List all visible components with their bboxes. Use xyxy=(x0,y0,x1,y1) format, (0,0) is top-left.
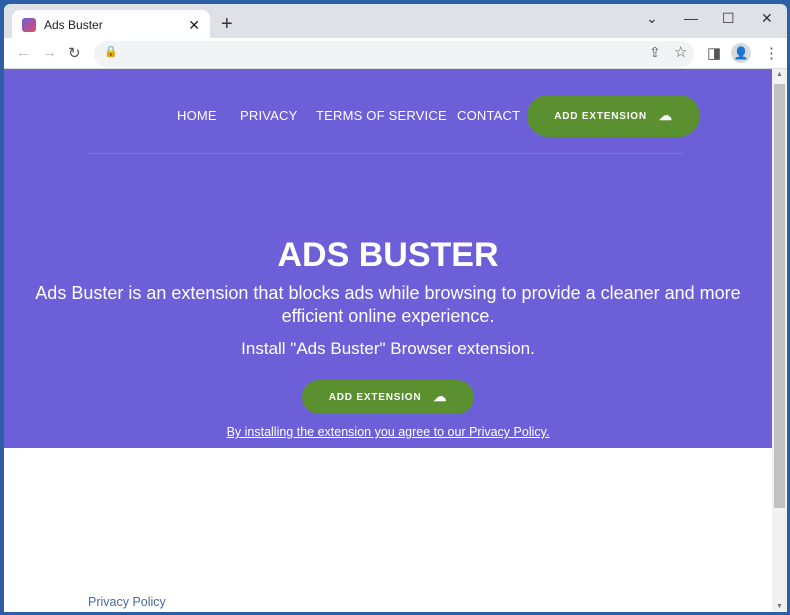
scroll-up-icon[interactable]: ▲ xyxy=(776,71,783,78)
install-text: Install "Ads Buster" Browser extension. xyxy=(241,339,535,358)
nav-privacy[interactable]: PRIVACY xyxy=(240,108,298,123)
side-panel-icon[interactable]: ◨ xyxy=(707,44,721,62)
forward-icon[interactable]: → xyxy=(42,44,57,61)
profile-icon[interactable]: 👤 xyxy=(731,43,751,63)
nav-terms[interactable]: TERMS OF SERVICE xyxy=(316,108,447,123)
maximize-icon[interactable]: ☐ xyxy=(722,10,735,27)
bookmark-star-icon[interactable]: ☆ xyxy=(674,43,687,61)
nav-divider xyxy=(88,153,684,154)
reload-icon[interactable]: ↻ xyxy=(68,44,81,62)
new-tab-button[interactable]: + xyxy=(221,13,233,36)
back-icon[interactable]: ← xyxy=(16,44,31,61)
cloud-download-icon: ☁ xyxy=(433,389,448,404)
nav-add-extension-button[interactable]: ADD EXTENSION ☁ xyxy=(527,95,700,137)
minimize-icon[interactable]: — xyxy=(684,10,698,26)
browser-window: Ads Buster ✕ + ⌄ — ☐ ✕ ← → ↻ 🔒 ⇪ ☆ ◨ 👤 ⋮… xyxy=(4,4,787,612)
hero-section: HOME PRIVACY TERMS OF SERVICE CONTACT AD… xyxy=(4,69,772,448)
button-label: ADD EXTENSION xyxy=(554,110,647,122)
toolbar: ← → ↻ 🔒 ⇪ ☆ ◨ 👤 ⋮ xyxy=(4,38,787,69)
close-window-icon[interactable]: ✕ xyxy=(761,10,773,27)
button-label: ADD EXTENSION xyxy=(328,391,422,403)
favicon-icon xyxy=(22,18,36,32)
nav-contact[interactable]: CONTACT xyxy=(457,108,520,123)
menu-icon[interactable]: ⋮ xyxy=(764,44,779,62)
share-icon[interactable]: ⇪ xyxy=(649,44,661,61)
nav-home[interactable]: HOME xyxy=(177,108,217,123)
hero-add-extension-button[interactable]: ADD EXTENSION ☁ xyxy=(302,380,474,414)
footer-privacy-link[interactable]: Privacy Policy xyxy=(88,595,166,609)
browser-tab[interactable]: Ads Buster ✕ xyxy=(12,10,210,40)
address-bar[interactable]: 🔒 ⇪ ☆ xyxy=(94,41,694,67)
privacy-agreement-link[interactable]: By installing the extension you agree to… xyxy=(4,425,772,439)
hero-title: ADS BUSTER xyxy=(277,236,499,274)
cloud-download-icon: ☁ xyxy=(658,108,673,123)
tab-search-icon[interactable]: ⌄ xyxy=(646,10,658,27)
scroll-down-icon[interactable]: ▼ xyxy=(776,603,783,610)
tab-title: Ads Buster xyxy=(44,18,103,32)
page-content: HOME PRIVACY TERMS OF SERVICE CONTACT AD… xyxy=(4,69,772,612)
lock-icon: 🔒 xyxy=(104,46,118,58)
scrollbar[interactable]: ▲ ▼ xyxy=(772,69,787,612)
hero-description: Ads Buster is an extension that blocks a… xyxy=(35,283,741,326)
scrollbar-thumb[interactable] xyxy=(774,84,785,508)
close-tab-icon[interactable]: ✕ xyxy=(188,17,200,34)
